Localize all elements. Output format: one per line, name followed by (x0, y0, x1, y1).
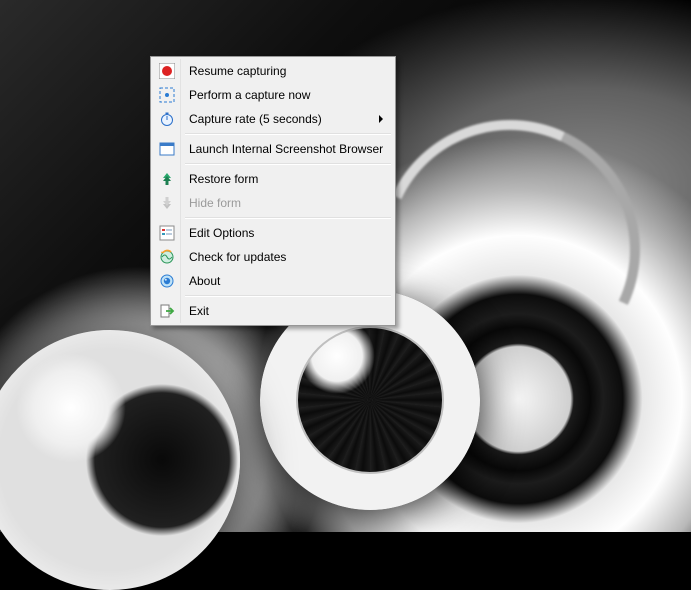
menu-item-label: About (189, 274, 220, 288)
menu-item-capture-rate[interactable]: Capture rate (5 seconds) (153, 107, 393, 131)
menu-item-label: Hide form (189, 196, 241, 210)
menu-item-hide-form: Hide form (153, 191, 393, 215)
globe-refresh-icon (159, 249, 175, 265)
menu-item-label: Exit (189, 304, 209, 318)
menu-item-about[interactable]: About (153, 269, 393, 293)
menu-item-label: Restore form (189, 172, 258, 186)
menu-item-label: Edit Options (189, 226, 254, 240)
hide-down-icon (159, 195, 175, 211)
menu-item-perform-capture[interactable]: Perform a capture now (153, 83, 393, 107)
menu-item-resume-capturing[interactable]: Resume capturing (153, 59, 393, 83)
menu-item-label: Resume capturing (189, 64, 286, 78)
options-list-icon (159, 225, 175, 241)
menu-item-edit-options[interactable]: Edit Options (153, 221, 393, 245)
menu-item-launch-browser[interactable]: Launch Internal Screenshot Browser (153, 137, 393, 161)
exit-icon (159, 303, 175, 319)
menu-item-restore-form[interactable]: Restore form (153, 167, 393, 191)
menu-item-label: Launch Internal Screenshot Browser (189, 142, 383, 156)
menu-item-exit[interactable]: Exit (153, 299, 393, 323)
capture-target-icon (159, 87, 175, 103)
record-icon (159, 63, 175, 79)
stopwatch-icon (159, 111, 175, 127)
tray-context-menu: Resume capturing Perform a capture now C… (150, 56, 396, 326)
menu-item-check-updates[interactable]: Check for updates (153, 245, 393, 269)
menu-item-label: Perform a capture now (189, 88, 310, 102)
restore-up-icon (159, 171, 175, 187)
menu-item-label: Capture rate (5 seconds) (189, 112, 322, 126)
chevron-right-icon (379, 115, 383, 123)
menu-item-label: Check for updates (189, 250, 286, 264)
about-icon (159, 273, 175, 289)
window-icon (159, 141, 175, 157)
